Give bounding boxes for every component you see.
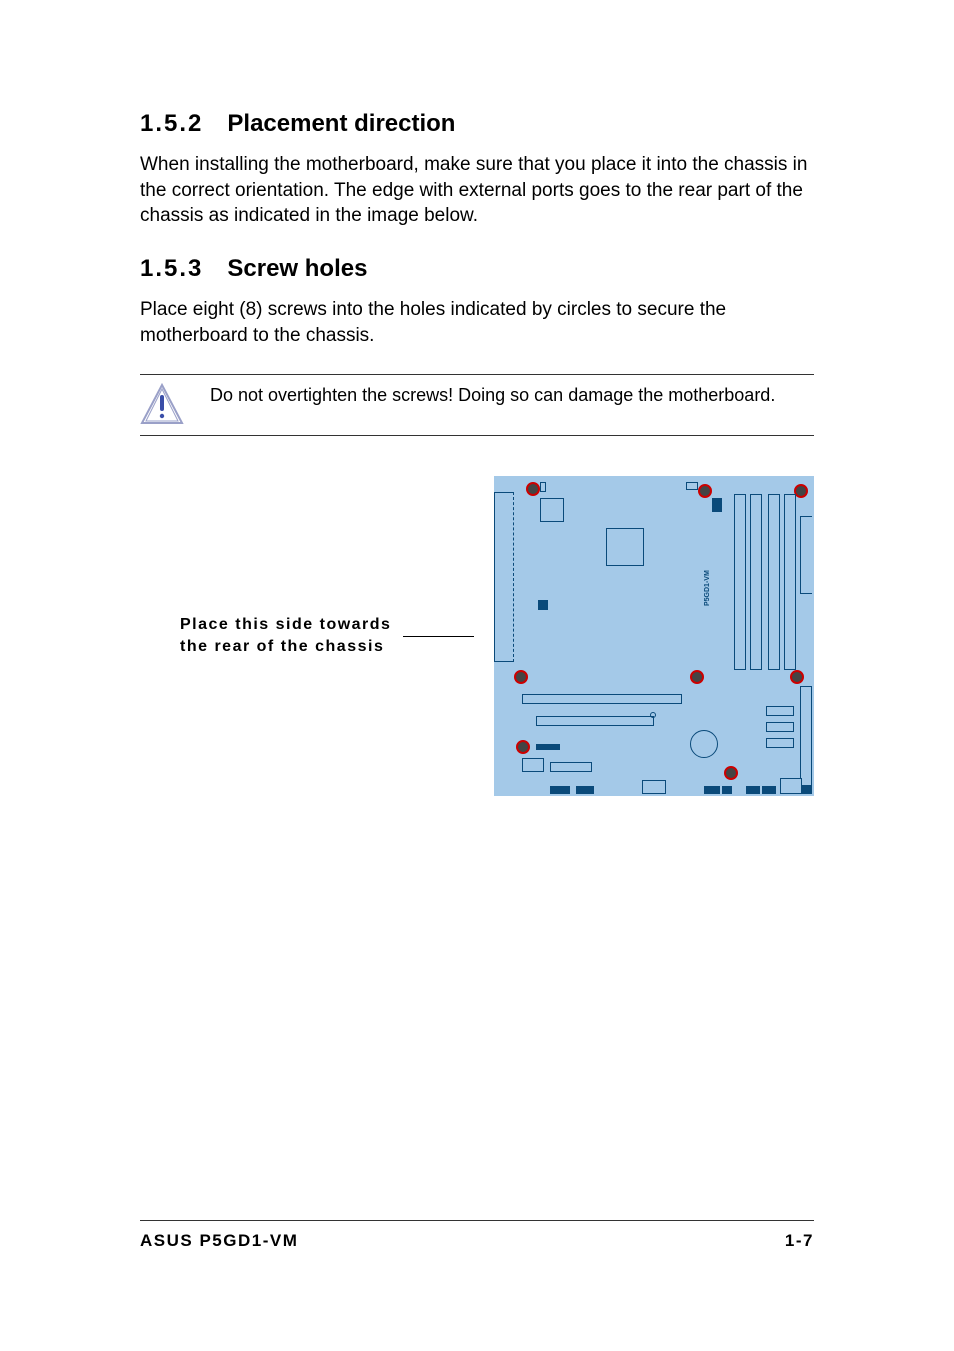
section-title: Screw holes (227, 255, 367, 282)
section-1-5-3-heading: 1.5.3 Screw holes (140, 255, 814, 283)
diagram-side-label: Place this side towards the rear of the … (180, 614, 391, 659)
caution-icon (140, 383, 184, 427)
pointer-line (403, 636, 474, 637)
section-number: 1.5.2 (140, 110, 203, 137)
board-model-label: P5GD1-VM (704, 570, 711, 606)
motherboard-illustration: P5GD1-VM (494, 476, 814, 796)
page-footer: ASUS P5GD1-VM 1-7 (140, 1220, 814, 1251)
screw-paragraph: Place eight (8) screws into the holes in… (140, 297, 814, 348)
section-1-5-2-heading: 1.5.2 Placement direction (140, 110, 814, 138)
section-title: Placement direction (227, 110, 455, 137)
motherboard-diagram: Place this side towards the rear of the … (140, 476, 814, 796)
caution-text: Do not overtighten the screws! Doing so … (210, 383, 775, 406)
footer-model: ASUS P5GD1-VM (140, 1231, 298, 1251)
placement-paragraph: When installing the motherboard, make su… (140, 152, 814, 229)
page-number: 1-7 (785, 1231, 814, 1251)
section-number: 1.5.3 (140, 255, 203, 282)
caution-callout: Do not overtighten the screws! Doing so … (140, 374, 814, 436)
